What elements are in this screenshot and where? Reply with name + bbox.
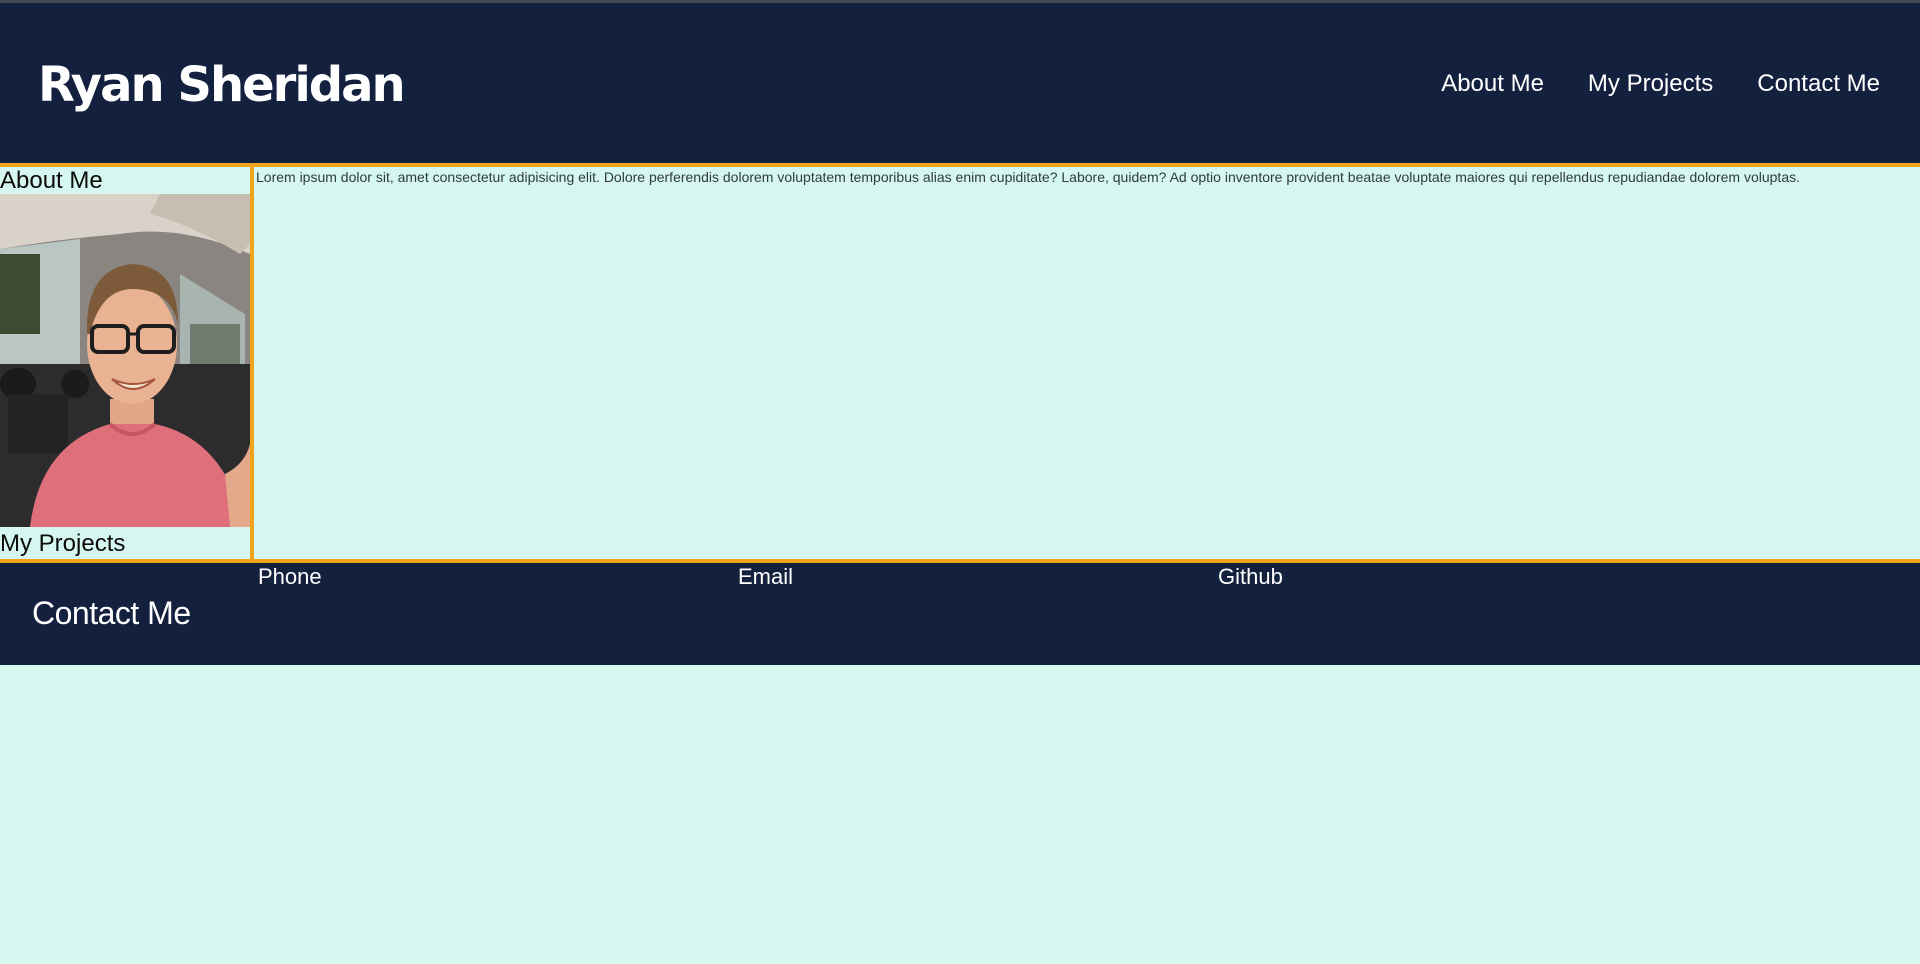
contact-phone[interactable]: Phone: [258, 563, 322, 591]
sidebar: About Me My Projects: [0, 167, 250, 559]
about-section: About Me My Projects Lorem ipsum dolor s…: [0, 167, 1920, 559]
nav-contact-me[interactable]: Contact Me: [1757, 69, 1880, 99]
main-nav: About Me My Projects Contact Me: [1441, 69, 1880, 99]
nav-about-me[interactable]: About Me: [1441, 69, 1544, 99]
footer-title: Contact Me: [32, 595, 191, 631]
sidebar-my-projects-link[interactable]: My Projects: [0, 530, 125, 558]
about-paragraph: Lorem ipsum dolor sit, amet consectetur …: [256, 169, 1800, 185]
sidebar-about-me-link[interactable]: About Me: [0, 167, 103, 195]
site-header: Ryan Sheridan About Me My Projects Conta…: [0, 3, 1920, 163]
site-title: Ryan Sheridan: [38, 57, 406, 113]
site-footer: Contact Me Phone Email Github: [0, 563, 1920, 665]
nav-my-projects[interactable]: My Projects: [1588, 69, 1713, 99]
profile-photo-image: [0, 194, 250, 527]
contact-email[interactable]: Email: [738, 563, 793, 591]
sidebar-divider: [250, 167, 254, 559]
contact-github[interactable]: Github: [1218, 563, 1283, 591]
portfolio-page: Ryan Sheridan About Me My Projects Conta…: [0, 0, 1920, 964]
profile-photo: [0, 194, 250, 527]
about-content: Lorem ipsum dolor sit, amet consectetur …: [256, 167, 1881, 187]
